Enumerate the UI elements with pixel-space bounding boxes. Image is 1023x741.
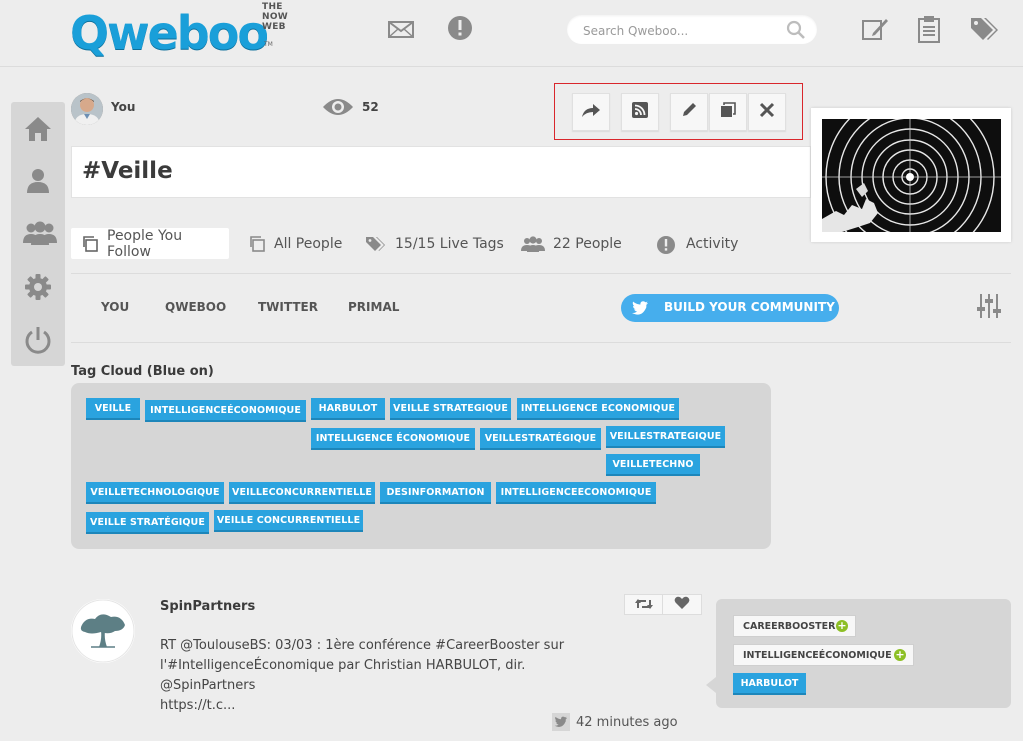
- favorite-button[interactable]: [662, 594, 702, 615]
- cloud-tag[interactable]: HARBULOT: [311, 398, 385, 420]
- pencil-icon: [681, 102, 697, 122]
- feed-text-line[interactable]: https://t.c...: [160, 696, 610, 716]
- cloud-tag[interactable]: INTELLIGENCEÉCONOMIQUE: [145, 400, 306, 422]
- build-community-button[interactable]: BUILD YOUR COMMUNITY: [621, 294, 839, 322]
- top-header: Qweboo THE NOW WEB TM: [0, 0, 1023, 67]
- left-sidebar: [11, 102, 65, 366]
- feed-tag-intelligenceeconomique[interactable]: INTELLIGENCEÉCONOMIQUE +: [733, 644, 914, 666]
- tagbox-pointer: [706, 677, 716, 693]
- divider: [71, 342, 1011, 343]
- tab-live-tags[interactable]: 15/15 Live Tags: [365, 228, 504, 259]
- rss-button[interactable]: [621, 93, 659, 131]
- subtab-twitter[interactable]: TWITTER: [258, 300, 318, 314]
- delete-button[interactable]: [748, 93, 786, 131]
- radar-image: [822, 119, 1001, 232]
- mail-icon[interactable]: [386, 14, 416, 44]
- copy-icon: [720, 102, 736, 122]
- subtab-primal[interactable]: PRIMAL: [348, 300, 399, 314]
- add-tag-icon[interactable]: +: [894, 649, 906, 661]
- tags-icon[interactable]: [968, 14, 998, 44]
- stream-title-bar: #Veille: [71, 146, 811, 198]
- cloud-tag[interactable]: VEILLE: [86, 398, 140, 420]
- search-icon[interactable]: [786, 20, 806, 40]
- tree-logo-icon: [71, 599, 135, 663]
- compose-icon[interactable]: [860, 14, 890, 44]
- share-arrow-icon: [581, 102, 601, 122]
- edit-button[interactable]: [670, 93, 708, 131]
- rss-icon: [632, 102, 648, 122]
- cloud-tag[interactable]: VEILLESTRATEGIQUE: [606, 426, 725, 448]
- retweet-button[interactable]: [624, 594, 664, 615]
- heart-icon: [674, 595, 690, 614]
- logo-tagline: THE NOW WEB: [262, 2, 289, 32]
- subtab-you[interactable]: YOU: [101, 300, 129, 314]
- feed-tag-careerbooster[interactable]: CAREERBOOSTER +: [733, 615, 856, 637]
- cloud-tag[interactable]: VEILLECONCURRENTIELLE: [229, 482, 375, 504]
- tab-label: All People: [274, 235, 343, 252]
- stream-thumbnail: [811, 108, 1011, 242]
- logo-trademark: TM: [264, 41, 273, 48]
- user-avatar[interactable]: [71, 93, 103, 125]
- copy-stack-icon: [248, 235, 266, 253]
- cloud-tag[interactable]: DESINFORMATION: [380, 482, 491, 504]
- cloud-tag[interactable]: INTELLIGENCEECONOMIQUE: [496, 482, 656, 504]
- feed-message: RT @ToulouseBS: 03/03 : 1ère conférence …: [160, 636, 610, 716]
- eye-views-icon: [322, 96, 354, 118]
- add-tag-icon[interactable]: +: [836, 620, 848, 632]
- copy-button[interactable]: [709, 93, 747, 131]
- tab-label: People You Follow: [107, 227, 183, 260]
- divider: [71, 273, 1011, 274]
- clipboard-icon[interactable]: [914, 14, 944, 44]
- tags-icon: [365, 235, 387, 253]
- tab-label: 15/15 Live Tags: [395, 235, 504, 252]
- user-icon[interactable]: [22, 165, 54, 197]
- feed-text-line: RT @ToulouseBS: 03/03 : 1ère conférence …: [160, 638, 565, 653]
- cloud-tag[interactable]: VEILLE STRATÉGIQUE: [86, 512, 209, 534]
- feed-tag-label: CAREERBOOSTER: [743, 621, 836, 632]
- cloud-tag[interactable]: VEILLE CONCURRENTIELLE: [214, 510, 363, 532]
- logo-wordmark: Qweboo: [70, 6, 269, 60]
- settings-gear-icon[interactable]: [22, 271, 54, 303]
- group-icon: [521, 235, 545, 253]
- alert-icon: [656, 235, 678, 254]
- alert-icon[interactable]: [445, 14, 475, 44]
- user-name-label[interactable]: You: [111, 100, 135, 114]
- group-icon[interactable]: [22, 218, 57, 250]
- feed-timestamp: 42 minutes ago: [576, 715, 678, 730]
- cloud-tag[interactable]: VEILLETECHNO: [606, 454, 700, 476]
- tab-people-count[interactable]: 22 People: [521, 228, 622, 259]
- feed-tag-harbulot[interactable]: HARBULOT: [733, 673, 806, 695]
- views-count: 52: [362, 100, 379, 114]
- cloud-tag[interactable]: VEILLE STRATEGIQUE: [390, 398, 511, 420]
- build-community-label: BUILD YOUR COMMUNITY: [664, 300, 835, 314]
- twitter-source-icon: [552, 713, 570, 731]
- search-box: [567, 15, 817, 44]
- home-icon[interactable]: [22, 113, 54, 145]
- cloud-tag[interactable]: INTELLIGENCE ECONOMIQUE: [517, 398, 679, 420]
- cloud-tag[interactable]: INTELLIGENCE ÉCONOMIQUE: [311, 428, 475, 450]
- tab-label: Activity: [686, 235, 739, 252]
- tab-activity[interactable]: Activity: [656, 228, 738, 259]
- feed-text-line: l'#IntelligenceÉconomique par Christian …: [160, 658, 526, 693]
- copy-stack-icon: [81, 235, 99, 253]
- feed-author-avatar[interactable]: [71, 599, 135, 663]
- share-button[interactable]: [572, 93, 610, 131]
- retweet-icon: [635, 595, 653, 614]
- subtab-qweboo[interactable]: QWEBOO: [165, 300, 226, 314]
- tag-cloud-title: Tag Cloud (Blue on): [71, 364, 214, 379]
- search-input[interactable]: [581, 21, 785, 41]
- cloud-tag[interactable]: VEILLETECHNOLOGIQUE: [86, 482, 224, 504]
- page-title: #Veille: [82, 158, 173, 184]
- cloud-tag[interactable]: VEILLESTRATÉGIQUE: [480, 428, 601, 450]
- twitter-bird-icon: [632, 301, 648, 315]
- tab-all-people[interactable]: All People: [248, 228, 342, 259]
- feed-author-name[interactable]: SpinPartners: [160, 599, 255, 614]
- filter-sliders-icon[interactable]: [977, 293, 1001, 319]
- tab-people-you-follow[interactable]: People You Follow: [71, 227, 229, 260]
- tab-label: 22 People: [553, 235, 622, 252]
- qweboo-logo[interactable]: Qweboo THE NOW WEB TM: [70, 2, 288, 60]
- power-logout-icon[interactable]: [22, 324, 54, 356]
- close-icon: [759, 102, 775, 122]
- feed-tag-label: INTELLIGENCEÉCONOMIQUE: [743, 650, 892, 661]
